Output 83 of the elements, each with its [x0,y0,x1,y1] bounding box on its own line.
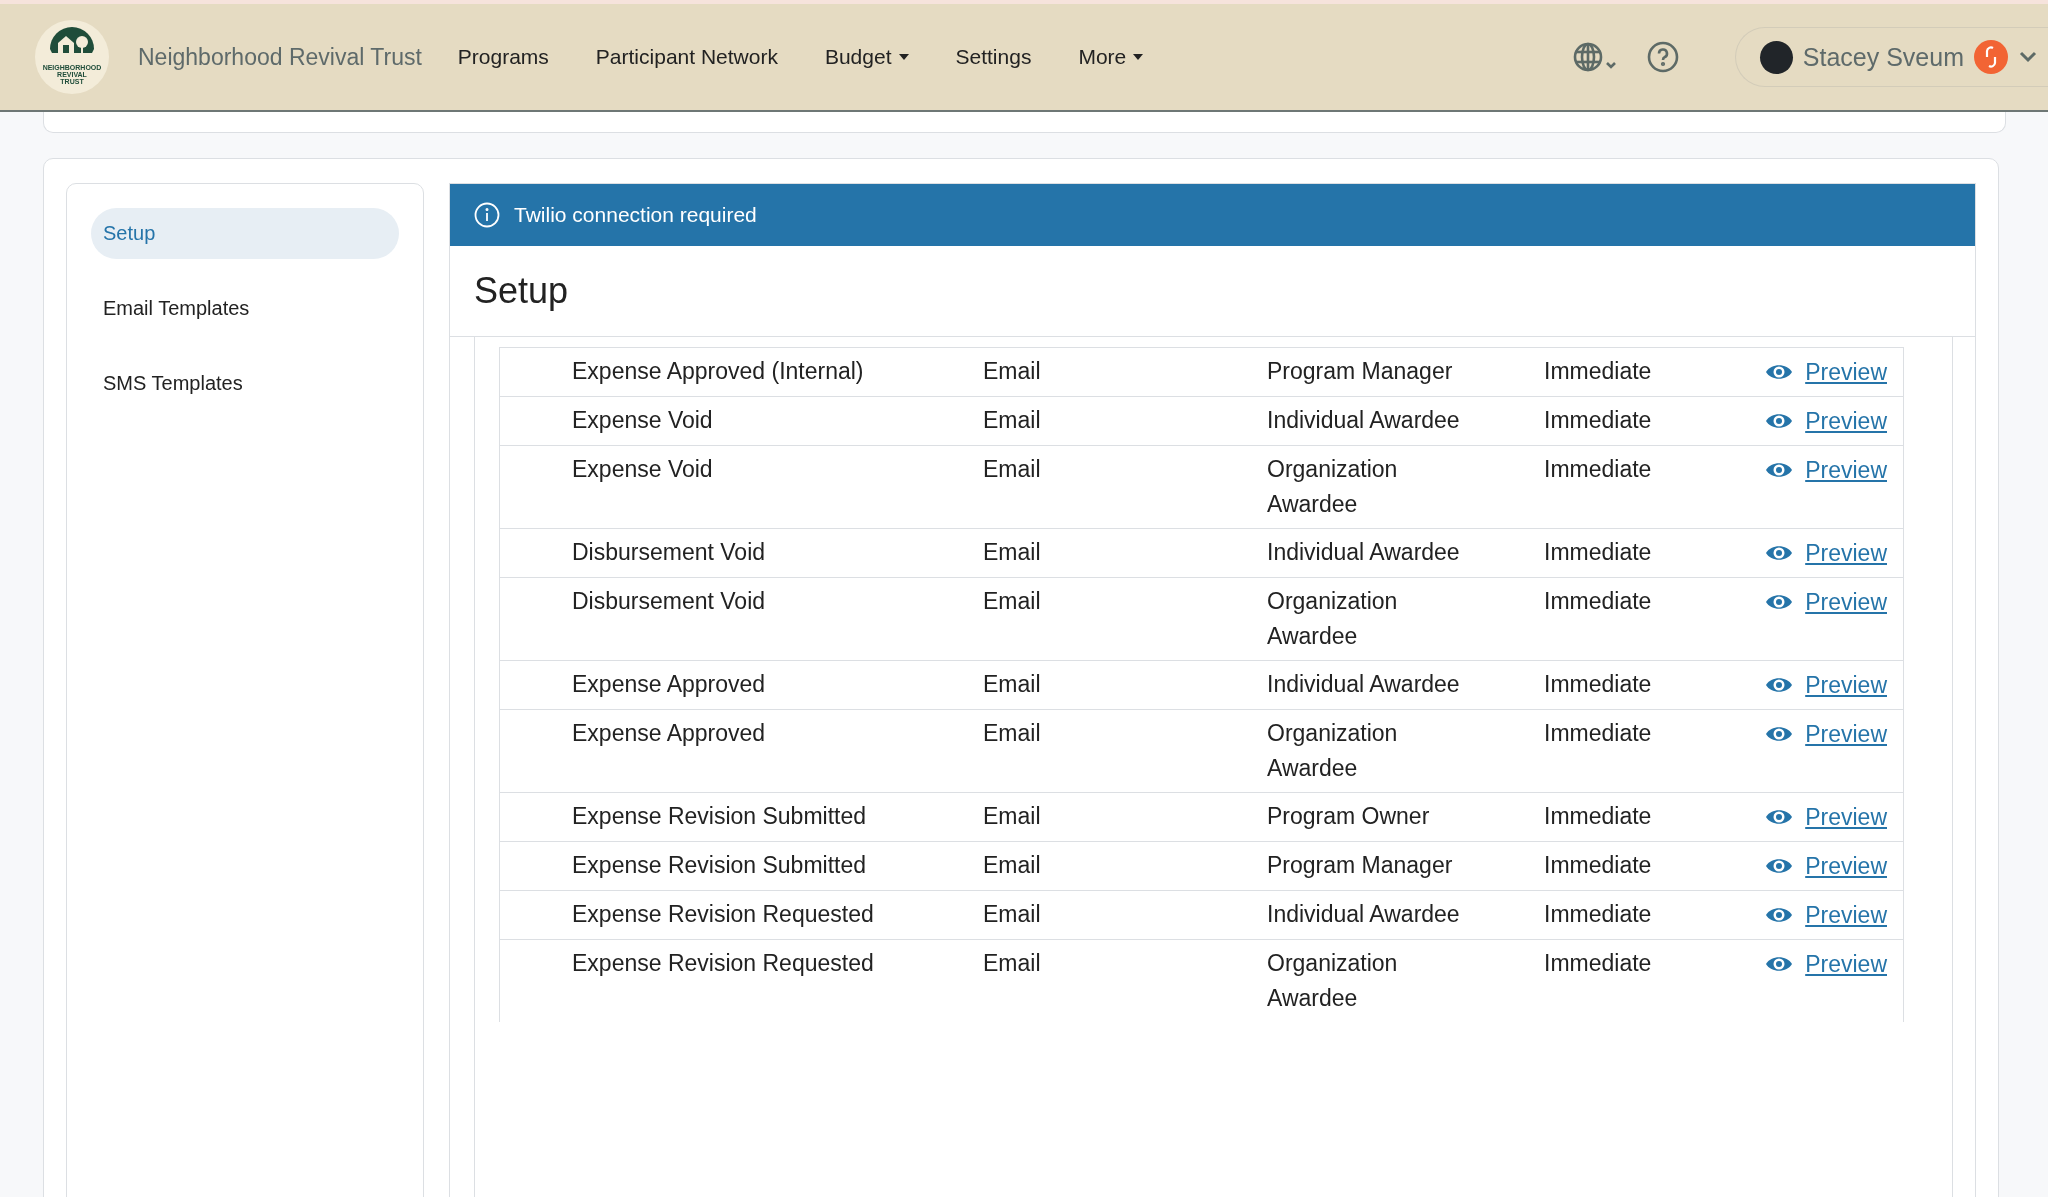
eye-icon [1765,954,1794,974]
table-cell-text: Expense Revision Requested [572,900,875,929]
table-cell-text: Immediate [1544,587,1653,616]
table-cell-text: Disbursement Void [572,587,767,616]
preview-link[interactable]: Preview [1805,667,1887,703]
page-title: Setup [450,246,1975,337]
table-cell-text: Expense Revision Submitted [572,851,868,880]
eye-icon [1765,675,1794,695]
eye-icon [1765,807,1794,827]
table-cell-text: Email [983,900,1042,929]
table-cell-text: Individual Awardee [1267,900,1461,929]
preview-link[interactable]: Preview [1805,848,1887,884]
table-cell-text: Immediate [1544,455,1653,484]
eye-icon [1765,724,1794,744]
table-cell-text: Individual Awardee [1267,670,1461,699]
preview-link[interactable]: Preview [1805,946,1887,982]
table-cell-text: Expense Void [572,406,714,435]
table-cell-text: Email [983,719,1042,748]
table-cell-text: Expense Approved [572,670,767,699]
table-cell-text: Immediate [1544,538,1653,567]
table-cell-text: Program Manager [1267,357,1454,386]
avatar-icon [1759,40,1793,74]
eye-icon [1765,362,1794,382]
table-cell-text: Immediate [1544,406,1653,435]
table-cell-text: Expense Revision Requested [572,949,875,978]
table-cell-text: Organization Awardee [1267,949,1399,1013]
table-cell-text: Individual Awardee [1267,406,1461,435]
table-cell-text: Immediate [1544,851,1653,880]
table-cell-text: Individual Awardee [1267,538,1461,567]
nav-link[interactable]: More [1078,45,1144,69]
table-cell-text: Immediate [1544,670,1653,699]
preview-link[interactable]: Preview [1805,452,1887,488]
table-cell-text: Expense Approved [572,719,767,748]
table-cell-text: Email [983,802,1042,831]
help-icon[interactable] [1646,41,1679,73]
nav-link[interactable]: Programs [457,45,549,69]
eye-icon [1765,905,1794,925]
table-cell-text: Disbursement Void [572,538,767,567]
table-cell-text: Immediate [1544,949,1653,978]
table-cell-text: Email [983,587,1042,616]
table-cell-text: Immediate [1544,357,1653,386]
table-cell-text: Immediate [1544,900,1653,929]
preview-link[interactable]: Preview [1805,403,1887,439]
table-cell-text: Email [983,538,1042,567]
table-cell-text: Organization Awardee [1267,587,1399,651]
nav-link[interactable]: Budget [824,45,909,69]
table-cell-text: Email [983,670,1042,699]
table-cell-text: Email [983,406,1042,435]
preview-link[interactable]: Preview [1805,716,1887,752]
table-cell-text: Program Manager [1267,851,1454,880]
table-cell-text: Email [983,357,1042,386]
sidebar-item[interactable]: SMS Templates [91,358,399,409]
table-cell-text: Immediate [1544,719,1653,748]
table-cell-text: Organization Awardee [1267,455,1399,519]
info-icon [474,202,500,228]
nav-link[interactable]: Settings [955,45,1032,69]
preview-link[interactable]: Preview [1805,799,1887,835]
link-badge-icon [1974,40,2008,74]
table-cell-text: Email [983,455,1042,484]
table-cell-text: Organization Awardee [1267,719,1399,783]
alert-text: Twilio connection required [514,203,757,227]
preview-link[interactable]: Preview [1805,584,1887,620]
chevron-down-icon [2018,50,2038,64]
eye-icon [1765,592,1794,612]
preview-link[interactable]: Preview [1805,354,1887,390]
eye-icon [1765,856,1794,876]
nav-link[interactable]: Participant Network [595,45,778,69]
table-cell-text: Program Owner [1267,802,1431,831]
eye-icon [1765,543,1794,563]
preview-link[interactable]: Preview [1805,897,1887,933]
organization-name[interactable]: Neighborhood Revival Trust [138,43,422,71]
table-cell-text: Expense Approved (Internal) [572,357,865,386]
eye-icon [1765,411,1794,431]
sidebar-item[interactable]: Setup [91,208,399,259]
table-cell-text: Expense Void [572,455,714,484]
eye-icon [1765,460,1794,480]
table-cell-text: Immediate [1544,802,1653,831]
logo-icon [34,19,110,95]
table-cell-text: Expense Revision Submitted [572,802,868,831]
table-cell-text: Email [983,851,1042,880]
table-cell-text: Email [983,949,1042,978]
sidebar-item[interactable]: Email Templates [91,283,399,334]
preview-link[interactable]: Preview [1805,535,1887,571]
